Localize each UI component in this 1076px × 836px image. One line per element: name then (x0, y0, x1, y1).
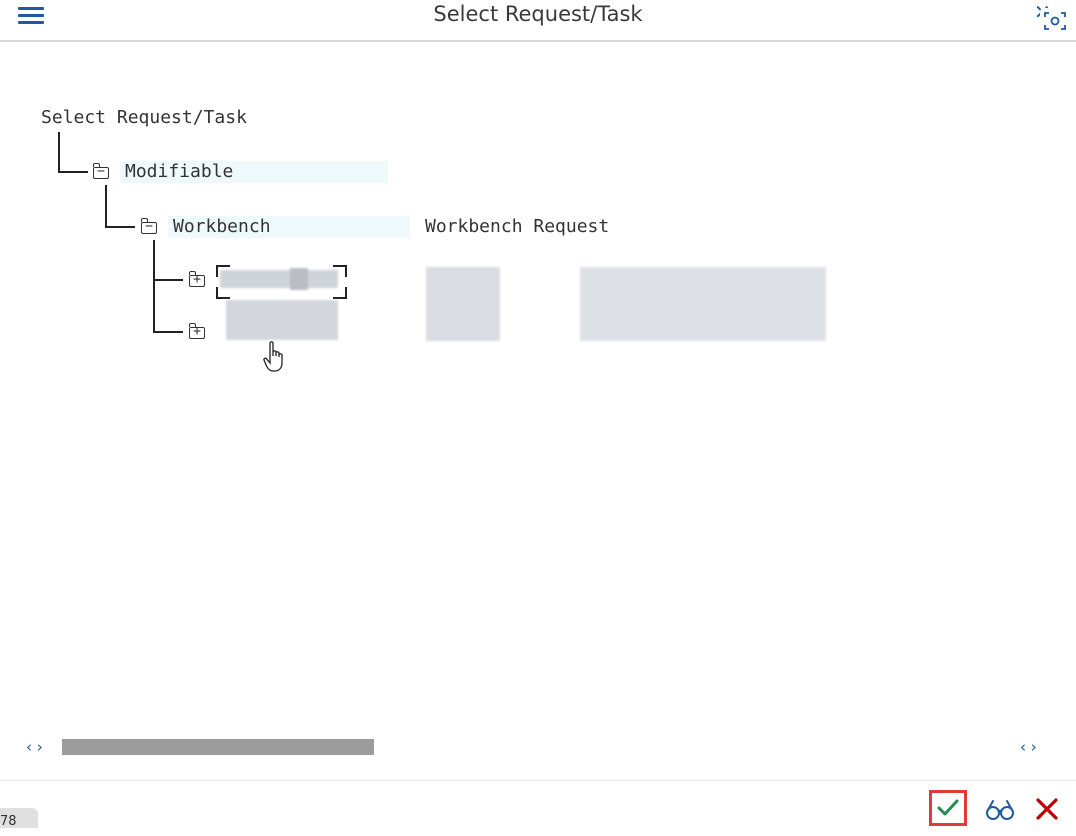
request-tree: Select Request/Task − Modifiable − Workb… (0, 42, 1076, 732)
status-indicator: 78 (0, 808, 38, 829)
focus-corner (216, 265, 230, 277)
screenshot-icon[interactable] (1040, 8, 1070, 34)
tree-root-label: Select Request/Task (41, 107, 247, 128)
tree-node-modifiable[interactable]: Modifiable (125, 161, 233, 182)
description-redacted (580, 267, 826, 341)
checkmark-icon (937, 799, 959, 816)
confirm-button[interactable] (929, 790, 967, 826)
focus-corner (216, 287, 230, 299)
hand-cursor-icon (262, 340, 288, 374)
tree-connector (58, 171, 88, 173)
glasses-icon (986, 800, 1014, 820)
scroll-right-arrows[interactable]: ‹ › (1020, 738, 1037, 756)
redaction-blot (290, 268, 308, 290)
folder-expand-icon[interactable]: + (189, 323, 205, 339)
cancel-x-icon (1036, 798, 1058, 820)
tree-connector (105, 226, 135, 228)
title-bar: Select Request/Task ✕ (0, 0, 1076, 42)
scroll-left-arrows[interactable]: ‹ › (26, 738, 43, 756)
tree-connector (58, 132, 60, 172)
owner-redacted (426, 267, 500, 341)
focus-corner (333, 287, 347, 299)
request-id-redacted[interactable] (226, 300, 338, 340)
folder-collapse-icon[interactable]: − (93, 163, 109, 179)
folder-collapse-icon[interactable]: − (141, 218, 157, 234)
request-id-redacted[interactable] (220, 270, 338, 288)
tree-node-workbench[interactable]: Workbench (173, 216, 271, 237)
focus-corner (333, 265, 347, 277)
dialog-title: Select Request/Task (433, 2, 643, 26)
horizontal-scrollbar-thumb[interactable] (62, 739, 374, 755)
tree-connector (153, 279, 183, 281)
folder-expand-icon[interactable]: + (189, 271, 205, 287)
tree-connector (105, 185, 107, 227)
tree-connector (153, 240, 155, 332)
workbench-description: Workbench Request (425, 216, 610, 237)
cancel-button[interactable] (1034, 795, 1060, 823)
dialog-footer (0, 780, 1076, 829)
tree-connector (153, 331, 183, 333)
display-button[interactable] (984, 796, 1016, 824)
